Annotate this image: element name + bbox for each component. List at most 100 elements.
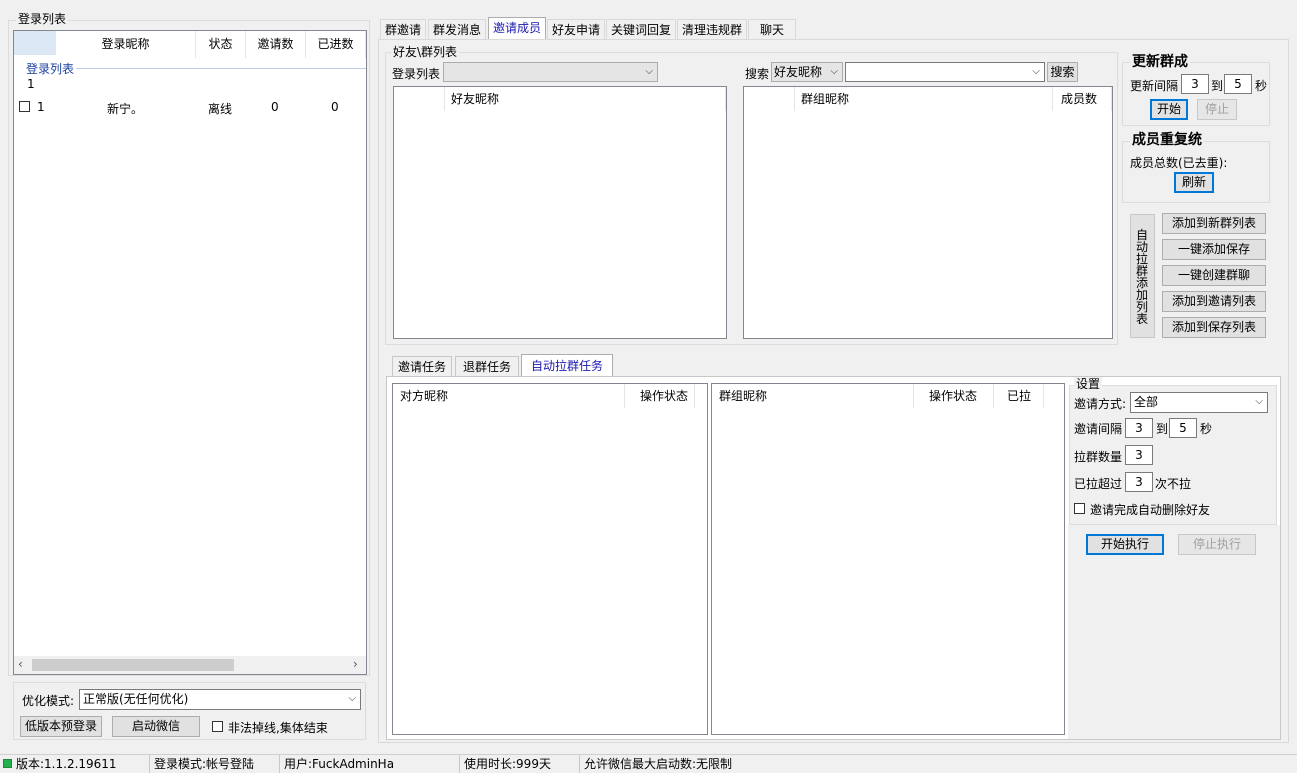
task-left-header-status[interactable]: 操作状态 [625,384,695,408]
one-click-add-save-button[interactable]: 一键添加保存 [1162,239,1266,260]
horizontal-scrollbar[interactable]: ‹ › [14,656,366,674]
pull-count-label: 拉群数量 [1074,450,1123,464]
task-list-right[interactable]: 群组昵称 操作状态 已拉 [711,383,1065,735]
header-invites[interactable]: 邀请数 [246,31,306,58]
update-to-label: 到 [1211,79,1224,93]
tab-group-invite[interactable]: 群邀请 [380,19,426,40]
auto-delete-label: 邀请完成自动删除好友 [1090,503,1211,517]
scroll-right-icon[interactable]: › [353,657,358,671]
search-type-select[interactable]: 好友昵称 ⌵ [771,62,843,82]
group-list-header-members[interactable]: 成员数 [1053,87,1112,111]
table-header: 登录昵称 状态 邀请数 已进数 [14,31,366,58]
search-button[interactable]: 搜索 [1047,62,1078,82]
update-stop-button[interactable]: 停止 [1197,99,1237,120]
task-tab-auto-pull[interactable]: 自动拉群任务 [521,354,613,377]
task-right-header-status[interactable]: 操作状态 [914,384,994,408]
optimize-mode-label: 优化模式: [22,694,75,708]
stop-execute-button[interactable]: 停止执行 [1178,534,1256,555]
auto-delete-checkbox[interactable] [1074,503,1085,514]
group-list[interactable]: 群组昵称 成员数 [743,86,1113,339]
task-tab-quit[interactable]: 退群任务 [455,356,519,376]
add-to-save-list-button[interactable]: 添加到保存列表 [1162,317,1266,338]
task-right-header-group[interactable]: 群组昵称 [712,384,914,408]
tab-group-message[interactable]: 群发消息 [428,19,486,40]
invite-unit-label: 秒 [1200,422,1213,436]
login-list-title: 登录列表 [16,12,69,26]
table-row[interactable]: 1 新宁。 离线 0 0 [14,97,366,117]
status-version: 版本:1.1.2.19611 [16,757,117,771]
header-select-col[interactable] [14,31,56,55]
one-click-create-group-button[interactable]: 一键创建群聊 [1162,265,1266,286]
pulled-over-label: 已拉超过 [1074,477,1123,491]
status-bar: 版本:1.1.2.19611 登录模式:帐号登陆 用户:FuckAdminHa … [0,754,1297,773]
friend-list[interactable]: 好友昵称 [393,86,727,339]
start-wechat-button[interactable]: 启动微信 [112,716,200,737]
scroll-left-icon[interactable]: ‹ [18,657,23,671]
group-count: 1 [27,77,35,91]
start-execute-button[interactable]: 开始执行 [1086,534,1164,555]
header-status[interactable]: 状态 [196,31,246,58]
update-group-title: 更新群成 [1130,54,1190,70]
group-label[interactable]: 登录列表 [26,60,74,77]
update-start-button[interactable]: 开始 [1150,99,1188,120]
chevron-down-icon: ⌵ [830,66,838,77]
tab-clean-groups[interactable]: 清理违规群 [677,19,747,40]
chevron-down-icon: ⌵ [1032,66,1040,77]
add-to-invite-list-button[interactable]: 添加到邀请列表 [1162,291,1266,312]
login-list-select[interactable]: ⌵ [443,62,658,82]
login-list-table[interactable]: 登录昵称 状态 邀请数 已进数 登录列表 1 1 新宁。 离线 0 0 ‹ › [13,30,367,675]
friend-list-header-nickname[interactable]: 好友昵称 [445,87,726,111]
task-left-header-name[interactable]: 对方昵称 [393,384,625,408]
friend-list-select-col[interactable] [394,87,445,111]
task-right-header-pulled[interactable]: 已拉 [994,384,1044,408]
search-input[interactable]: ⌵ [845,62,1045,82]
status-user: 用户:FuckAdminHa [280,755,460,773]
low-version-login-button[interactable]: 低版本预登录 [20,716,102,737]
chevron-down-icon: ⌵ [645,66,653,77]
scroll-thumb[interactable] [32,659,234,671]
illegal-drop-label: 非法掉线,集体结束 [228,721,328,735]
pulled-over-input[interactable]: 3 [1125,472,1153,492]
status-login-mode: 登录模式:帐号登陆 [150,755,280,773]
header-nickname[interactable]: 登录昵称 [56,31,196,58]
member-total-label: 成员总数(已去重): [1130,156,1228,170]
status-indicator-icon [3,759,12,768]
update-interval-label: 更新间隔 [1130,79,1179,93]
invite-mode-select[interactable]: 全部 ⌵ [1130,392,1268,413]
group-list-header-name[interactable]: 群组昵称 [795,87,1053,111]
row-status: 离线 [208,102,233,116]
update-group-box [1122,62,1270,126]
pull-count-input[interactable]: 3 [1125,445,1153,465]
row-checkbox[interactable] [19,101,30,112]
task-list-left[interactable]: 对方昵称 操作状态 [392,383,708,735]
login-list-label: 登录列表 [392,67,441,81]
friend-group-title: 好友\群列表 [391,45,460,59]
invite-interval-from[interactable]: 3 [1125,418,1153,438]
chevron-down-icon: ⌵ [1255,396,1263,407]
update-interval-from[interactable]: 3 [1181,74,1209,94]
invite-mode-label: 邀请方式: [1074,397,1127,411]
illegal-drop-checkbox[interactable] [212,721,223,732]
optimize-mode-select[interactable]: 正常版(无任何优化) ⌵ [79,689,361,710]
task-tab-invite[interactable]: 邀请任务 [392,356,452,376]
header-joined[interactable]: 已进数 [306,31,366,58]
chevron-down-icon: ⌵ [348,693,356,704]
times-label: 次不拉 [1155,477,1192,491]
group-list-select-col[interactable] [744,87,795,111]
add-to-new-group-list-button[interactable]: 添加到新群列表 [1162,213,1266,234]
member-dedup-title: 成员重复统 [1130,132,1204,148]
status-usage: 使用时长:999天 [460,755,580,773]
search-type-value: 好友昵称 [774,65,823,79]
invite-to-label: 到 [1156,422,1169,436]
row-nickname: 新宁。 [107,102,144,116]
tab-invite-members[interactable]: 邀请成员 [488,17,546,41]
update-unit-label: 秒 [1255,79,1268,93]
tab-keyword-reply[interactable]: 关键词回复 [606,19,676,40]
invite-interval-to[interactable]: 5 [1169,418,1197,438]
invite-interval-label: 邀请间隔 [1074,422,1123,436]
tab-friend-request[interactable]: 好友申请 [547,19,605,40]
update-interval-to[interactable]: 5 [1224,74,1252,94]
refresh-button[interactable]: 刷新 [1174,172,1214,193]
tab-chat[interactable]: 聊天 [748,19,796,40]
status-max-launch: 允许微信最大启动数:无限制 [584,757,733,771]
